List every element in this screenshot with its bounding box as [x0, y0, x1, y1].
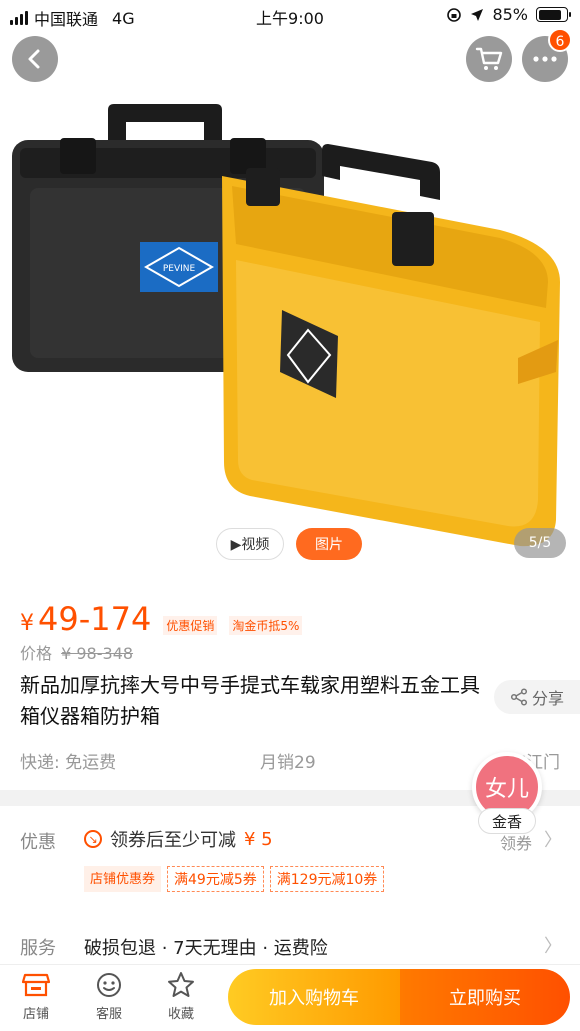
- share-button[interactable]: 分享: [494, 680, 580, 714]
- coupon-tag[interactable]: 满129元减10券: [269, 866, 385, 892]
- product-photo: PEVINE: [12, 104, 560, 547]
- store-tab[interactable]: 店铺: [11, 971, 61, 1022]
- product-title: 新品加厚抗摔大号中号手提式车载家用塑料五金工具箱仪器箱防护箱: [20, 673, 480, 728]
- case-logo-text: PEVINE: [163, 264, 196, 274]
- store-coupon-tag: 店铺优惠券: [84, 866, 162, 892]
- more-button[interactable]: 6: [522, 28, 572, 82]
- image-counter: 5/5: [514, 528, 566, 558]
- support-tab[interactable]: 客服: [84, 971, 134, 1022]
- product-price: 49-174: [38, 600, 152, 638]
- star-icon: [168, 972, 194, 997]
- share-label: 分享: [531, 689, 564, 708]
- chevron-left-icon: [28, 49, 40, 69]
- location-arrow-icon: [471, 8, 484, 21]
- store-label: 店铺: [22, 1007, 49, 1022]
- share-icon: [510, 688, 528, 706]
- price-currency: ¥: [20, 611, 34, 636]
- bottom-action-bar: 店铺 客服 收藏 加入购物车 立即购买: [0, 964, 580, 1031]
- more-dots-icon: [533, 56, 557, 62]
- original-price-row: 价格 ¥ 98-348: [20, 640, 133, 664]
- monthly-sales: 月销29: [260, 753, 316, 773]
- support-label: 客服: [95, 1007, 122, 1022]
- add-to-cart-button[interactable]: 加入购物车: [228, 969, 400, 1025]
- product-image-gallery[interactable]: PEVINE 6 ▶视频 图片 5/5: [0, 0, 580, 590]
- service-label: 服务: [20, 938, 56, 959]
- battery-percent: 85%: [492, 5, 528, 24]
- floating-label[interactable]: 金香: [478, 808, 536, 834]
- original-price-label: 价格: [20, 644, 53, 663]
- message-count-badge: 6: [548, 28, 572, 52]
- shipping-info: 快递: 免运费: [20, 753, 117, 773]
- favorite-label: 收藏: [167, 1007, 194, 1022]
- favorite-tab[interactable]: 收藏: [156, 971, 206, 1022]
- battery-icon: [536, 7, 571, 22]
- coupon-text: 领券后至少可减: [110, 830, 236, 851]
- rotation-lock-icon: [447, 7, 462, 22]
- cart-button[interactable]: [466, 36, 512, 82]
- cart-icon: [475, 47, 503, 70]
- promo-tag: 优惠促销: [163, 616, 218, 635]
- status-bar: 中国联通 4G 上午9:00 85%: [0, 0, 580, 30]
- coupon-tag[interactable]: 满49元减5券: [167, 866, 264, 892]
- original-price: ¥ 98-348: [61, 644, 134, 663]
- yellow-case-image: [222, 144, 560, 547]
- chevron-right-icon: 〉: [544, 936, 562, 957]
- buy-now-button[interactable]: 立即购买: [400, 969, 570, 1025]
- service-guarantees: 破损包退 · 7天无理由 · 运费险: [84, 938, 328, 959]
- coin-tag: 淘金币抵5%: [229, 616, 303, 635]
- coupon-amount: ¥ 5: [244, 828, 273, 850]
- service-section[interactable]: 服务 破损包退 · 7天无理由 · 运费险 〉: [0, 920, 580, 970]
- promo-label: 优惠: [20, 832, 56, 853]
- customer-service-icon: [97, 973, 121, 997]
- back-button[interactable]: [12, 36, 58, 82]
- store-icon: [22, 973, 50, 997]
- coupon-icon: ↘: [84, 830, 102, 848]
- chevron-right-icon: 〉: [544, 830, 562, 851]
- photo-tab[interactable]: 图片: [296, 528, 362, 560]
- video-tab[interactable]: ▶视频: [216, 528, 284, 560]
